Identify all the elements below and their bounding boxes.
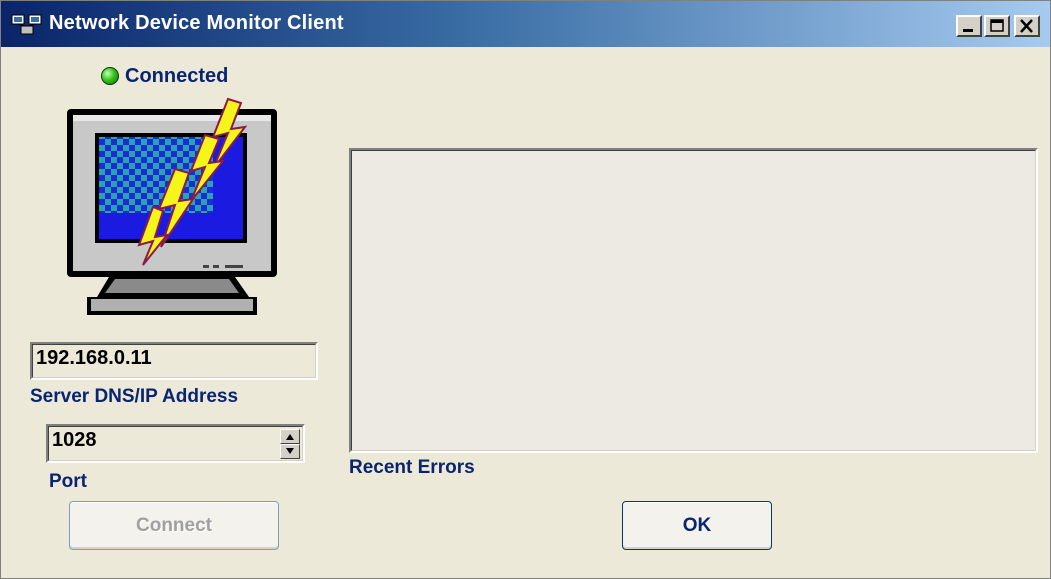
port-spinner[interactable]: [280, 429, 300, 459]
maximize-icon: [990, 19, 1004, 32]
status-label: Connected: [125, 65, 229, 87]
arrow-up-icon: [286, 434, 294, 440]
recent-errors-label: Recent Errors: [349, 457, 475, 478]
close-icon: [1020, 19, 1033, 33]
status-led-icon: [101, 67, 119, 85]
title-bar[interactable]: Network Device Monitor Client: [1, 1, 1050, 47]
arrow-down-icon: [286, 448, 294, 454]
monitor-icon: [67, 97, 277, 315]
port-label: Port: [49, 471, 87, 492]
server-address-input[interactable]: [36, 347, 306, 370]
port-input[interactable]: [52, 429, 252, 452]
port-decrement-button[interactable]: [280, 444, 300, 459]
network-app-icon: [11, 14, 42, 35]
server-address-field[interactable]: [30, 342, 318, 380]
server-address-label: Server DNS/IP Address: [30, 386, 239, 407]
port-increment-button[interactable]: [280, 429, 300, 444]
main-window: Network Device Monitor Client Connected: [0, 0, 1051, 579]
port-stepper[interactable]: [46, 424, 305, 463]
connect-button[interactable]: Connect: [69, 501, 279, 550]
ok-button[interactable]: OK: [622, 501, 772, 550]
maximize-button[interactable]: [984, 15, 1010, 37]
minimize-icon: [963, 29, 973, 32]
close-button[interactable]: [1014, 15, 1040, 37]
minimize-button[interactable]: [956, 15, 982, 37]
recent-errors-list[interactable]: [349, 148, 1038, 453]
window-title: Network Device Monitor Client: [49, 12, 344, 34]
